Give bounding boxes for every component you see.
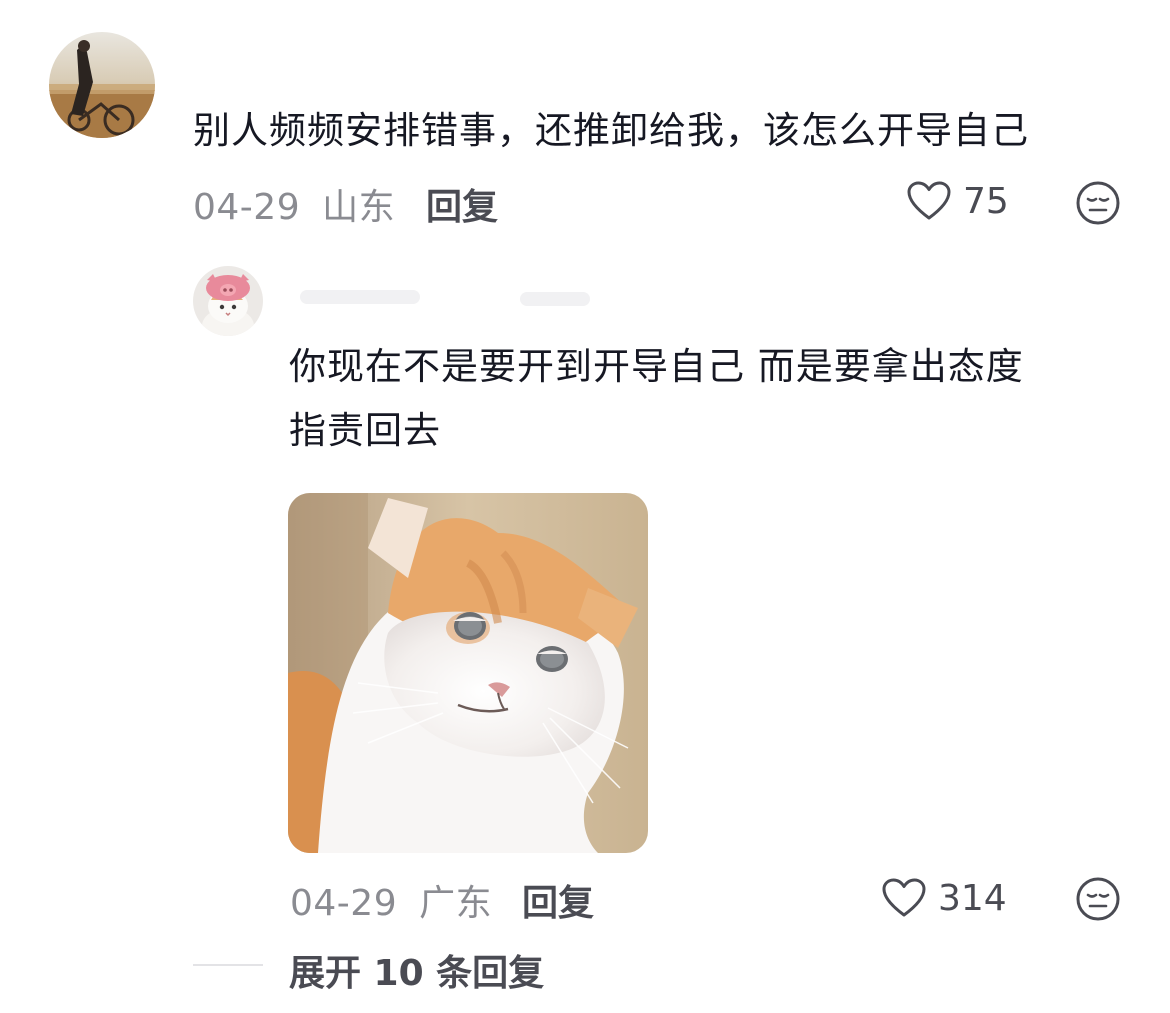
comment-date: 04-29	[193, 187, 301, 228]
neutral-face-icon[interactable]	[1075, 876, 1121, 922]
comment-meta: 04-29 山东	[193, 178, 395, 230]
username-blur	[520, 292, 590, 306]
heart-outline-icon[interactable]	[881, 877, 927, 919]
cat-sticker-image[interactable]	[288, 493, 648, 853]
reply-button[interactable]: 回复	[426, 178, 498, 230]
reply-location: 广东	[419, 883, 493, 924]
neutral-face-icon[interactable]	[1075, 180, 1121, 226]
expand-replies-button[interactable]: 展开 10 条回复	[289, 944, 544, 996]
heart-outline-icon[interactable]	[906, 180, 952, 222]
expand-divider	[193, 964, 263, 966]
comment-text: 别人频频安排错事，还推卸给我，该怎么开导自己	[193, 109, 1029, 152]
like-count: 314	[938, 878, 1007, 919]
username-blur	[300, 290, 420, 304]
reply-button[interactable]: 回复	[522, 874, 594, 926]
replier-avatar[interactable]	[193, 266, 263, 336]
reply-text-line1: 你现在不是要开到开导自己 而是要拿出态度	[289, 345, 1024, 388]
reply-date: 04-29	[290, 883, 398, 924]
reply-text-line2: 指责回去	[289, 409, 441, 452]
comment-location: 山东	[322, 187, 396, 228]
reply-meta: 04-29 广东	[290, 874, 492, 926]
like-count: 75	[963, 181, 1009, 222]
commenter-avatar[interactable]	[49, 32, 155, 138]
